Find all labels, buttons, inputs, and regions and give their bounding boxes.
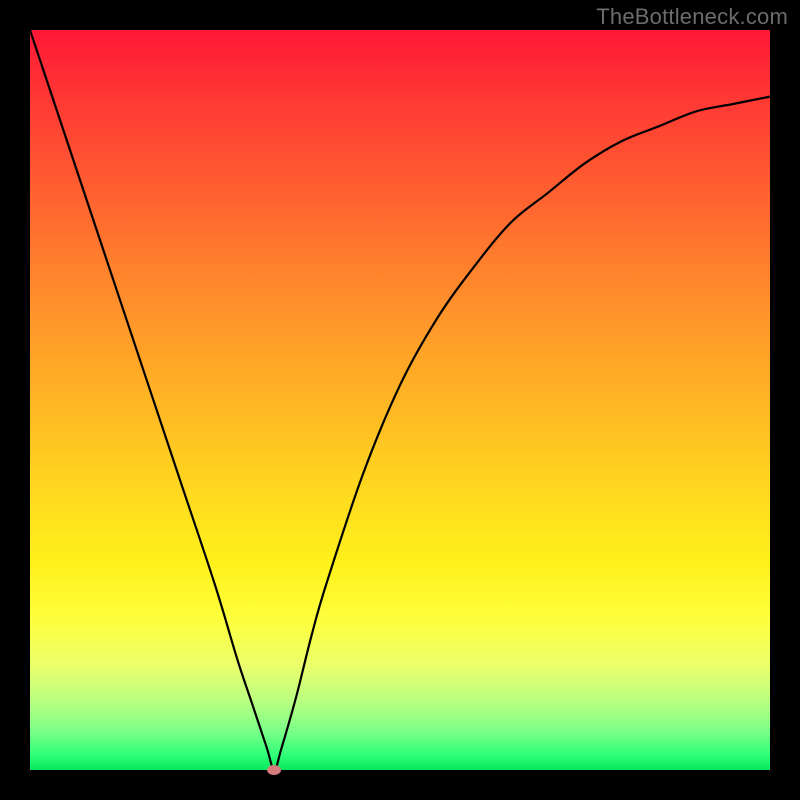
watermark-text: TheBottleneck.com [596, 4, 788, 30]
curve-svg [30, 30, 770, 770]
bottleneck-curve [30, 30, 770, 770]
plot-area [30, 30, 770, 770]
minimum-marker [267, 765, 281, 775]
chart-frame: TheBottleneck.com [0, 0, 800, 800]
